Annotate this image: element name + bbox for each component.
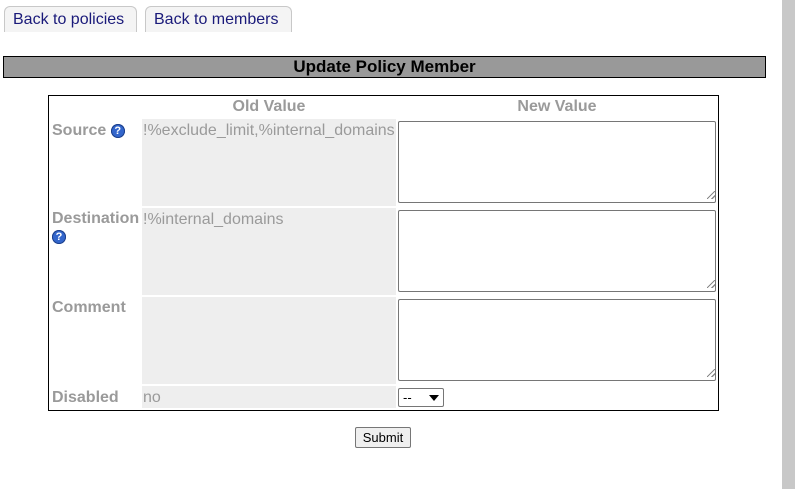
destination-new-value-input[interactable] <box>398 210 716 292</box>
comment-label: Comment <box>52 299 126 316</box>
comment-resize-grip[interactable] <box>707 369 715 377</box>
source-old-value: !%exclude_limit,%internal_domains <box>142 119 396 206</box>
comment-new-value-input[interactable] <box>398 299 716 381</box>
submit-button[interactable]: Submit <box>355 427 411 448</box>
destination-help-icon[interactable]: ? <box>52 230 66 244</box>
destination-resize-grip[interactable] <box>707 280 715 288</box>
disabled-select[interactable]: -- <box>398 388 444 407</box>
source-label: Source <box>52 122 107 139</box>
comment-label-cell: Comment <box>52 299 142 317</box>
source-label-cell: Source ? <box>52 122 142 140</box>
disabled-label-cell: Disabled <box>52 389 142 407</box>
destination-label: Destination <box>52 210 140 227</box>
source-help-icon[interactable]: ? <box>110 124 125 138</box>
comment-old-value <box>142 297 396 384</box>
disabled-selected-value: -- <box>403 390 412 405</box>
old-value-header: Old Value <box>232 98 306 115</box>
destination-old-value: !%internal_domains <box>142 208 396 295</box>
disabled-old-value: no <box>142 386 396 408</box>
update-member-form: Old Value New Value Source ? !%exclude_l… <box>48 95 719 411</box>
vertical-scrollbar[interactable] <box>782 0 795 489</box>
destination-label-cell: Destination ? <box>52 210 142 246</box>
page-title: Update Policy Member <box>3 56 766 78</box>
disabled-label: Disabled <box>52 389 119 406</box>
source-resize-grip[interactable] <box>707 191 715 199</box>
back-to-policies-tab[interactable]: Back to policies <box>4 6 137 32</box>
back-to-members-tab[interactable]: Back to members <box>145 6 292 32</box>
source-new-value-input[interactable] <box>398 121 716 203</box>
chevron-down-icon <box>429 395 439 401</box>
new-value-header: New Value <box>517 98 597 115</box>
